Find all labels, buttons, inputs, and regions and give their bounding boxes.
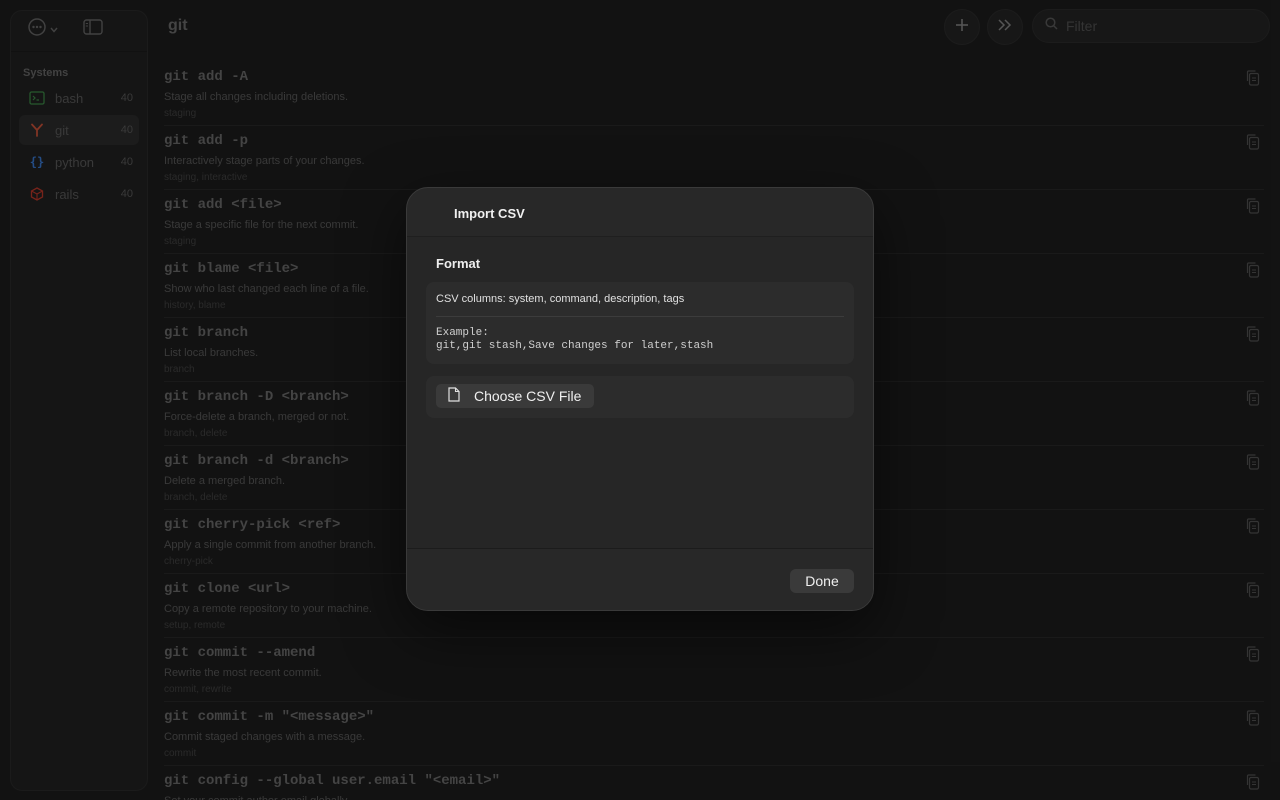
choose-csv-file-label: Choose CSV File <box>474 388 582 404</box>
csv-example: Example: git,git stash,Save changes for … <box>436 327 844 353</box>
example-line: git,git stash,Save changes for later,sta… <box>436 340 714 352</box>
document-icon <box>448 387 460 405</box>
choose-csv-file-button[interactable]: Choose CSV File <box>436 384 595 408</box>
dialog-title: Import CSV <box>407 188 873 237</box>
choose-file-section: Choose CSV File <box>426 376 854 418</box>
example-label: Example: <box>436 327 489 339</box>
csv-columns-text: CSV columns: system, command, descriptio… <box>436 293 844 317</box>
dialog-body: Format CSV columns: system, command, des… <box>407 237 873 548</box>
import-csv-dialog: Import CSV Format CSV columns: system, c… <box>406 187 874 611</box>
dialog-footer: Done <box>407 548 873 610</box>
format-info-box: CSV columns: system, command, descriptio… <box>426 282 854 364</box>
done-button[interactable]: Done <box>790 569 854 593</box>
format-heading: Format <box>436 256 481 271</box>
